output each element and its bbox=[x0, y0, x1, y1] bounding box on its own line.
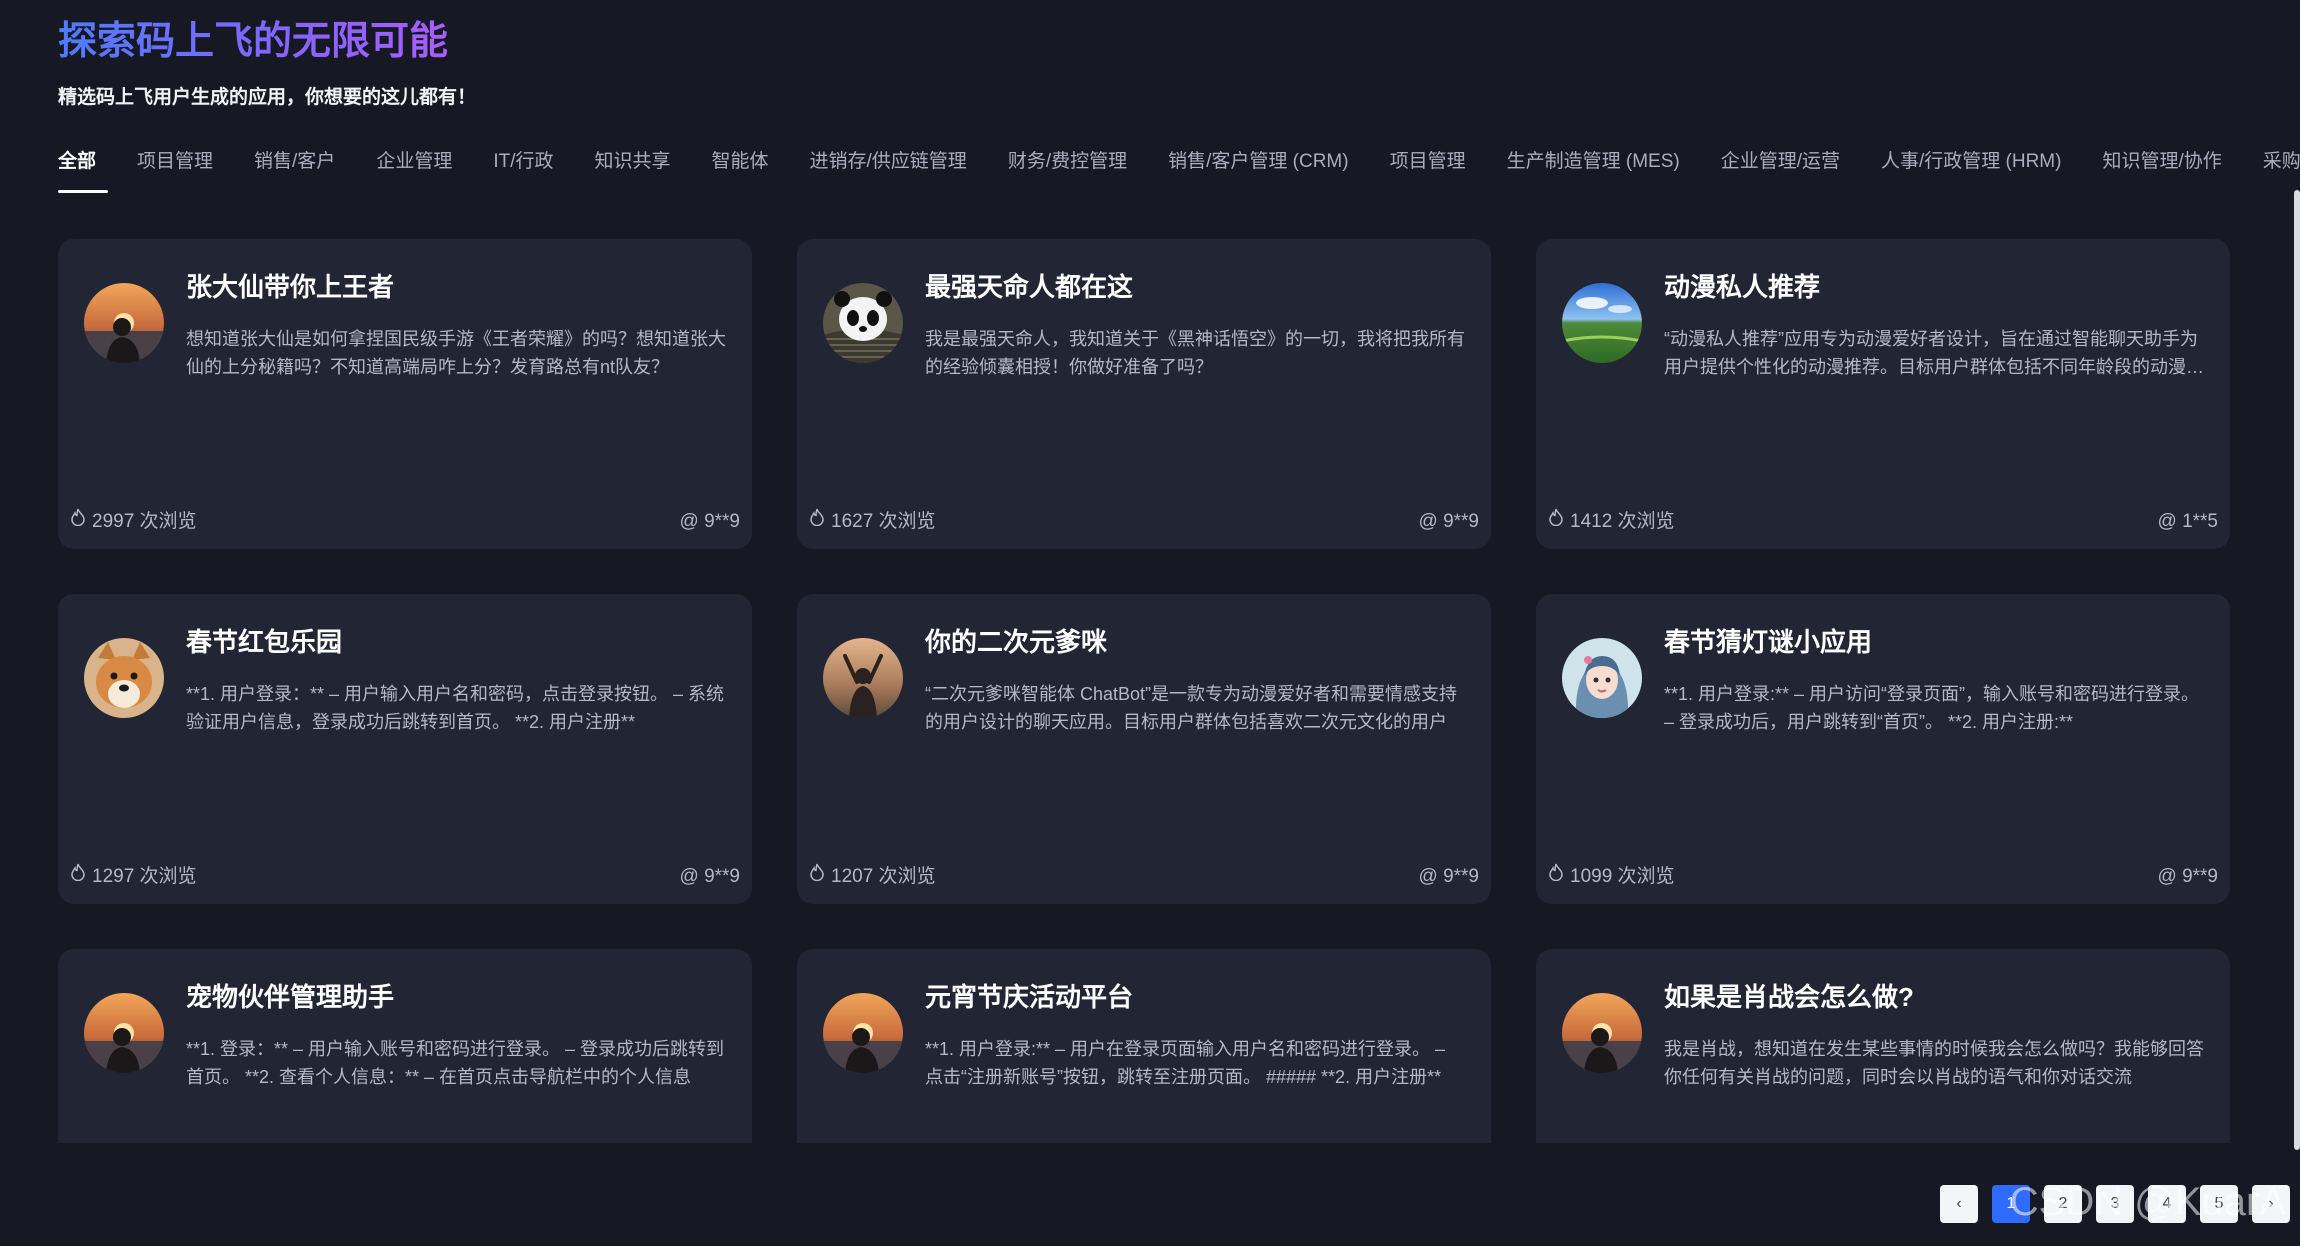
card-title: 春节猜灯谜小应用 bbox=[1664, 627, 1873, 657]
author-handle: @ 9**9 bbox=[1418, 866, 1480, 887]
card-description: **1. 用户登录:** – 用户访问“登录页面”，输入账号和密码进行登录。 –… bbox=[1664, 684, 2200, 732]
fire-icon bbox=[70, 863, 86, 887]
category-tabs: 全部 项目管理 销售/客户 企业管理 IT/行政 知识共享 智能体 进销存/供应… bbox=[58, 146, 2300, 193]
fire-icon bbox=[1548, 508, 1564, 532]
avatar bbox=[1562, 638, 1642, 718]
author-handle: @ 9**9 bbox=[1418, 511, 1480, 532]
page-title: 探索码上飞的无限可能 bbox=[58, 14, 476, 70]
tab-it-admin[interactable]: IT/行政 bbox=[493, 146, 553, 193]
view-count-text: 1207 次浏览 bbox=[831, 866, 936, 887]
avatar bbox=[823, 993, 903, 1073]
view-count-text: 1099 次浏览 bbox=[1570, 866, 1675, 887]
avatar bbox=[823, 283, 903, 363]
card-description: **1. 用户登录:** – 用户在登录页面输入用户名和密码进行登录。 – 点击… bbox=[925, 1039, 1446, 1087]
author-handle: @ 1**5 bbox=[2157, 511, 2219, 532]
card-description: “二次元爹咪智能体 ChatBot”是一款专为动漫爱好者和需要情感支持的用户设计… bbox=[925, 684, 1458, 732]
view-count: 2997 次浏览 bbox=[70, 506, 197, 533]
tab-knowledge-sharing[interactable]: 知识共享 bbox=[595, 146, 671, 193]
tab-inventory-supply-chain[interactable]: 进销存/供应链管理 bbox=[810, 146, 967, 193]
view-count-text: 2997 次浏览 bbox=[92, 511, 197, 532]
tab-mes[interactable]: 生产制造管理 (MES) bbox=[1507, 146, 1680, 193]
tab-knowledge-collaboration[interactable]: 知识管理/协作 bbox=[2102, 146, 2221, 193]
app-card[interactable]: 春节红包乐园 **1. 用户登录：** – 用户输入用户名和密码，点击登录按钮。… bbox=[58, 594, 752, 904]
card-description: 我是肖战，想知道在发生某些事情的时候我会怎么做吗？我能够回答你任何有关肖战的问题… bbox=[1664, 1039, 2204, 1087]
avatar bbox=[1562, 993, 1642, 1073]
card-title: 张大仙带你上王者 bbox=[186, 272, 395, 302]
prev-page-button[interactable]: ‹ bbox=[1940, 1185, 1978, 1223]
view-count-text: 1297 次浏览 bbox=[92, 866, 197, 887]
pagination: ‹ 1 2 3 4 5 › bbox=[1940, 1185, 2290, 1223]
view-count: 1207 次浏览 bbox=[809, 861, 936, 888]
card-title: 动漫私人推荐 bbox=[1664, 272, 1821, 302]
app-card[interactable]: 宠物伙伴管理助手 **1. 登录：** – 用户输入账号和密码进行登录。 – 登… bbox=[58, 949, 752, 1143]
avatar bbox=[1562, 283, 1642, 363]
card-title: 春节红包乐园 bbox=[186, 627, 343, 657]
tab-agents[interactable]: 智能体 bbox=[712, 146, 769, 193]
tab-project-management[interactable]: 项目管理 bbox=[137, 146, 213, 193]
card-description: “动漫私人推荐”应用专为动漫爱好者设计，旨在通过智能聊天助手为用户提供个性化的动… bbox=[1664, 329, 2204, 377]
fire-icon bbox=[809, 508, 825, 532]
tab-hrm[interactable]: 人事/行政管理 (HRM) bbox=[1881, 146, 2061, 193]
app-card[interactable]: 你的二次元爹咪 “二次元爹咪智能体 ChatBot”是一款专为动漫爱好者和需要情… bbox=[797, 594, 1491, 904]
card-description: 我是最强天命人，我知道关于《黑神话悟空》的一切，我将把我所有的经验倾囊相授！你做… bbox=[925, 329, 1465, 377]
avatar bbox=[84, 638, 164, 718]
page-button-1[interactable]: 1 bbox=[1992, 1185, 2030, 1223]
tab-enterprise-management[interactable]: 企业管理 bbox=[376, 146, 452, 193]
tab-procurement[interactable]: 采购管理 bbox=[2263, 146, 2300, 193]
avatar bbox=[84, 993, 164, 1073]
page-button-3[interactable]: 3 bbox=[2096, 1185, 2134, 1223]
card-description: **1. 用户登录：** – 用户输入用户名和密码，点击登录按钮。 – 系统验证… bbox=[186, 684, 725, 732]
page-subtitle: 精选码上飞用户生成的应用，你想要的这儿都有！ bbox=[58, 87, 477, 108]
card-title: 最强天命人都在这 bbox=[925, 272, 1134, 302]
fire-icon bbox=[70, 508, 86, 532]
tab-enterprise-operations[interactable]: 企业管理/运营 bbox=[1721, 146, 1840, 193]
page-header: 探索码上飞的无限可能 精选码上飞用户生成的应用，你想要的这儿都有！ bbox=[58, 14, 476, 109]
app-card[interactable]: 最强天命人都在这 我是最强天命人，我知道关于《黑神话悟空》的一切，我将把我所有的… bbox=[797, 239, 1491, 549]
tab-all[interactable]: 全部 bbox=[58, 146, 109, 193]
tab-crm[interactable]: 销售/客户管理 (CRM) bbox=[1168, 146, 1348, 193]
view-count: 1099 次浏览 bbox=[1548, 861, 1675, 888]
next-page-button[interactable]: › bbox=[2252, 1185, 2290, 1223]
author-handle: @ 9**9 bbox=[679, 511, 741, 532]
view-count: 1412 次浏览 bbox=[1548, 506, 1675, 533]
app-card[interactable]: 动漫私人推荐 “动漫私人推荐”应用专为动漫爱好者设计，旨在通过智能聊天助手为用户… bbox=[1536, 239, 2230, 549]
view-count-text: 1412 次浏览 bbox=[1570, 511, 1675, 532]
app-card[interactable]: 元宵节庆活动平台 **1. 用户登录:** – 用户在登录页面输入用户名和密码进… bbox=[797, 949, 1491, 1143]
app-card[interactable]: 张大仙带你上王者 想知道张大仙是如何拿捏国民级手游《王者荣耀》的吗？想知道张大仙… bbox=[58, 239, 752, 549]
author-handle: @ 9**9 bbox=[2157, 866, 2219, 887]
avatar bbox=[823, 638, 903, 718]
page-button-5[interactable]: 5 bbox=[2200, 1185, 2238, 1223]
fire-icon bbox=[1548, 863, 1564, 887]
card-title: 宠物伙伴管理助手 bbox=[186, 982, 395, 1012]
tab-sales-customer[interactable]: 销售/客户 bbox=[254, 146, 335, 193]
author-handle: @ 9**9 bbox=[679, 866, 741, 887]
card-title: 如果是肖战会怎么做? bbox=[1664, 982, 1914, 1012]
page-button-4[interactable]: 4 bbox=[2148, 1185, 2186, 1223]
avatar bbox=[84, 283, 164, 363]
view-count-text: 1627 次浏览 bbox=[831, 511, 936, 532]
app-card[interactable]: 春节猜灯谜小应用 **1. 用户登录:** – 用户访问“登录页面”，输入账号和… bbox=[1536, 594, 2230, 904]
view-count: 1297 次浏览 bbox=[70, 861, 197, 888]
tab-finance-expense[interactable]: 财务/费控管理 bbox=[1008, 146, 1127, 193]
scrollbar[interactable] bbox=[2294, 190, 2300, 1150]
card-description: **1. 登录：** – 用户输入账号和密码进行登录。 – 登录成功后跳转到首页… bbox=[186, 1039, 725, 1087]
card-title: 元宵节庆活动平台 bbox=[925, 982, 1134, 1012]
view-count: 1627 次浏览 bbox=[809, 506, 936, 533]
app-grid: 张大仙带你上王者 想知道张大仙是如何拿捏国民级手游《王者荣耀》的吗？想知道张大仙… bbox=[58, 239, 2230, 1239]
page-button-2[interactable]: 2 bbox=[2044, 1185, 2082, 1223]
tab-project-management-2[interactable]: 项目管理 bbox=[1390, 146, 1466, 193]
card-description: 想知道张大仙是如何拿捏国民级手游《王者荣耀》的吗？想知道张大仙的上分秘籍吗？不知… bbox=[186, 329, 726, 377]
card-title: 你的二次元爹咪 bbox=[925, 627, 1108, 657]
fire-icon bbox=[809, 863, 825, 887]
app-card[interactable]: 如果是肖战会怎么做? 我是肖战，想知道在发生某些事情的时候我会怎么做吗？我能够回… bbox=[1536, 949, 2230, 1143]
